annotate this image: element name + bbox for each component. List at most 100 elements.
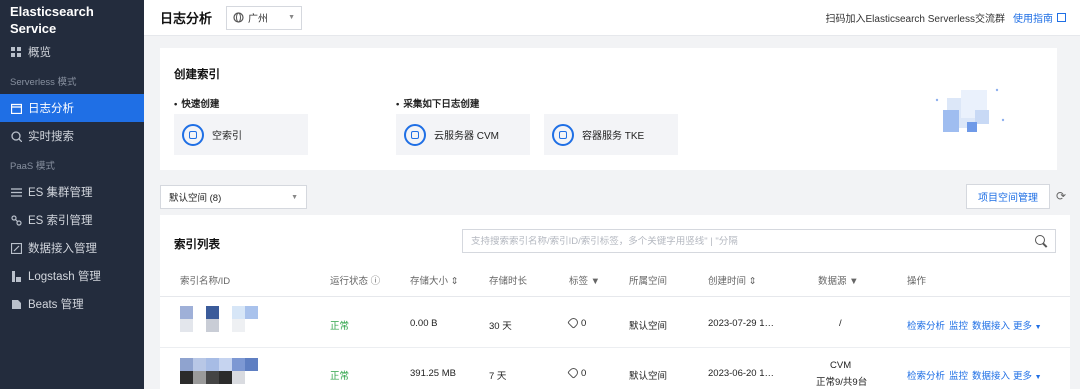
sidebar: Elasticsearch Service 概览 Serverless 模式 日…: [0, 0, 144, 389]
table-row: 正常 391.25 MB 7 天 0 默认空间 2023-06-20 1… CV…: [160, 348, 1070, 389]
space-management-button[interactable]: 项目空间管理: [966, 184, 1050, 209]
empty-index-label: 空索引: [212, 131, 242, 142]
index-name-redacted[interactable]: [180, 358, 258, 384]
region-select[interactable]: 广州 ▼: [226, 5, 303, 30]
more-link[interactable]: 更多 ▼: [1013, 318, 1042, 332]
col-duration: 存储时长: [489, 276, 528, 287]
sidebar-item-realtime-search[interactable]: 实时搜索: [0, 122, 144, 150]
cvm-tile[interactable]: 云服务器 CVM: [396, 114, 530, 155]
col-name: 索引名称/ID: [180, 276, 231, 287]
chevron-down-icon: ▼: [1034, 324, 1042, 331]
data-ingest-link[interactable]: 数据接入: [972, 368, 1010, 382]
section-serverless: Serverless 模式: [10, 77, 77, 88]
sidebar-item-label: ES 索引管理: [28, 215, 93, 227]
more-link[interactable]: 更多 ▼: [1013, 368, 1042, 382]
space-select[interactable]: 默认空间 (8) ▼: [160, 185, 307, 209]
sidebar-item-logstash[interactable]: Logstash 管理: [0, 262, 144, 290]
data-ingest-link[interactable]: 数据接入: [972, 318, 1010, 332]
sidebar-item-es-index[interactable]: ES 索引管理: [0, 206, 144, 234]
sidebar-item-overview[interactable]: 概览: [0, 38, 144, 66]
brand: Elasticsearch Service: [0, 0, 144, 38]
empty-index-tile[interactable]: 空索引: [174, 114, 308, 155]
sidebar-item-log-analysis[interactable]: 日志分析: [0, 94, 144, 122]
tags-cell[interactable]: 0: [567, 316, 587, 329]
tags-count: 0: [581, 368, 587, 379]
search-icon[interactable]: [1035, 235, 1047, 247]
search-icon: [10, 130, 22, 142]
size-text: 0.00 B: [410, 318, 438, 329]
tke-tile[interactable]: 容器服务 TKE: [544, 114, 678, 155]
region-value: 广州: [248, 14, 269, 25]
tke-label: 容器服务 TKE: [582, 131, 645, 142]
table-header: 索引名称/ID 运行状态 ⓘ 存储大小 ⇕ 存储时长 标签 ▼ 所属空间 创建时…: [160, 267, 1070, 297]
col-space: 所属空间: [629, 276, 668, 287]
quick-create-label: 快速创建: [174, 96, 219, 110]
filter-icon: ▼: [849, 276, 859, 287]
refresh-icon[interactable]: ⟳: [1056, 190, 1068, 202]
info-icon[interactable]: ⓘ: [371, 276, 381, 287]
header-right: 扫码加入Elasticsearch Serverless交流群 使用指南: [826, 10, 1066, 25]
duration-text: 30 天: [489, 321, 512, 332]
index-list-title: 索引列表: [174, 239, 220, 251]
table-row: 正常 0.00 B 30 天 0 默认空间 2023-07-29 1… / 检索…: [160, 298, 1070, 348]
created-text: 2023-07-29 1…: [708, 318, 775, 329]
search-analysis-link[interactable]: 检索分析: [907, 318, 945, 332]
size-text: 391.25 MB: [410, 368, 456, 379]
index-search-input[interactable]: [471, 235, 1035, 247]
cvm-label: 云服务器 CVM: [434, 131, 499, 142]
sidebar-item-label: Logstash 管理: [28, 271, 101, 283]
guide-link[interactable]: 使用指南: [1013, 10, 1053, 25]
filter-icon: ▼: [590, 276, 601, 287]
col-actions: 操作: [907, 276, 927, 287]
col-size-label: 存储大小: [410, 276, 449, 287]
col-status-label: 运行状态: [330, 276, 369, 287]
calendar-icon: [10, 102, 22, 114]
collect-label: 采集如下日志创建: [396, 96, 479, 110]
brand-line2: Service: [10, 21, 57, 36]
monitor-link[interactable]: 监控: [949, 368, 968, 382]
external-link-icon[interactable]: [1057, 13, 1066, 22]
space-text: 默认空间: [629, 321, 668, 332]
sidebar-item-label: ES 集群管理: [28, 187, 93, 199]
sidebar-item-beats[interactable]: Beats 管理: [0, 290, 144, 318]
qr-group-text[interactable]: 扫码加入Elasticsearch Serverless交流群: [826, 10, 1005, 25]
page-title: 日志分析: [160, 11, 213, 26]
col-source[interactable]: 数据源 ▼: [818, 267, 859, 297]
sidebar-item-data-ingest[interactable]: 数据接入管理: [0, 234, 144, 262]
col-created-label: 创建时间: [708, 276, 747, 287]
sort-icon: ⇕: [450, 276, 459, 287]
sidebar-item-es-cluster[interactable]: ES 集群管理: [0, 178, 144, 206]
grid-icon: [10, 46, 22, 58]
sidebar-item-label: 概览: [28, 47, 51, 59]
sidebar-item-label: 实时搜索: [28, 131, 74, 143]
col-created[interactable]: 创建时间 ⇕: [708, 267, 757, 297]
index-name-redacted[interactable]: [180, 306, 258, 332]
search-analysis-link[interactable]: 检索分析: [907, 368, 945, 382]
status-text: 正常: [330, 321, 350, 332]
sidebar-item-label: 日志分析: [28, 103, 74, 115]
sidebar-item-label: Beats 管理: [28, 299, 84, 311]
logstash-icon: [10, 270, 22, 282]
source-text: /: [839, 318, 842, 329]
more-label: 更多: [1013, 321, 1033, 332]
chevron-down-icon: ▼: [1034, 374, 1042, 381]
monitor-link[interactable]: 监控: [949, 318, 968, 332]
col-status: 运行状态 ⓘ: [330, 267, 380, 297]
col-source-label: 数据源: [818, 276, 847, 287]
duration-text: 7 天: [489, 371, 507, 382]
tags-count: 0: [581, 318, 587, 329]
create-index-card: 创建索引 快速创建 采集如下日志创建 空索引 云服务器 CVM 容器服务 TKE: [160, 48, 1057, 170]
globe-icon: [233, 12, 244, 23]
tke-icon: [552, 123, 574, 146]
ingest-icon: [10, 242, 22, 254]
status-text: 正常: [330, 371, 350, 382]
index-search-box[interactable]: [462, 229, 1056, 253]
sort-icon: ⇕: [748, 276, 757, 287]
col-size[interactable]: 存储大小 ⇕: [410, 267, 459, 297]
more-label: 更多: [1013, 371, 1033, 382]
col-tags[interactable]: 标签 ▼: [569, 267, 600, 297]
source-sub-text: 正常9/共9台: [816, 377, 868, 388]
tags-cell[interactable]: 0: [567, 366, 587, 379]
chevron-down-icon: ▼: [291, 193, 298, 201]
chevron-down-icon: ▼: [288, 14, 296, 21]
